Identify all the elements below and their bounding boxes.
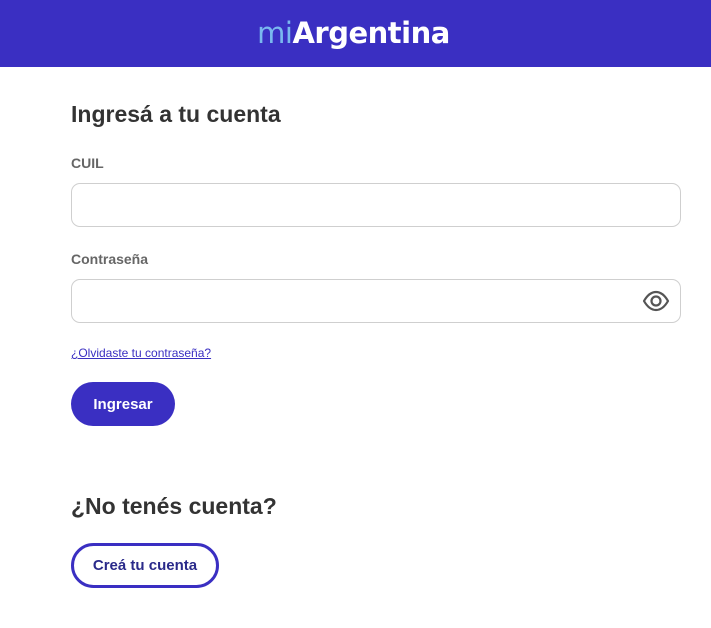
top-header: miArgentina: [0, 0, 711, 67]
cuil-label: CUIL: [71, 155, 104, 171]
miargentina-logo[interactable]: miArgentina: [257, 19, 450, 48]
logo-main: Argentina: [292, 16, 450, 50]
create-account-button[interactable]: Creá tu cuenta: [71, 543, 219, 588]
no-account-title: ¿No tenés cuenta?: [71, 493, 277, 519]
password-field-wrapper: [71, 279, 681, 323]
forgot-password-link[interactable]: ¿Olvidaste tu contraseña?: [71, 346, 211, 360]
cuil-field-wrapper: [71, 183, 681, 227]
login-button[interactable]: Ingresar: [71, 382, 175, 426]
cuil-input[interactable]: [72, 184, 680, 226]
password-label: Contraseña: [71, 251, 149, 267]
eye-icon[interactable]: [642, 289, 670, 313]
login-title: Ingresá a tu cuenta: [71, 101, 281, 127]
logo-prefix: mi: [257, 16, 293, 50]
password-input[interactable]: [72, 280, 680, 322]
